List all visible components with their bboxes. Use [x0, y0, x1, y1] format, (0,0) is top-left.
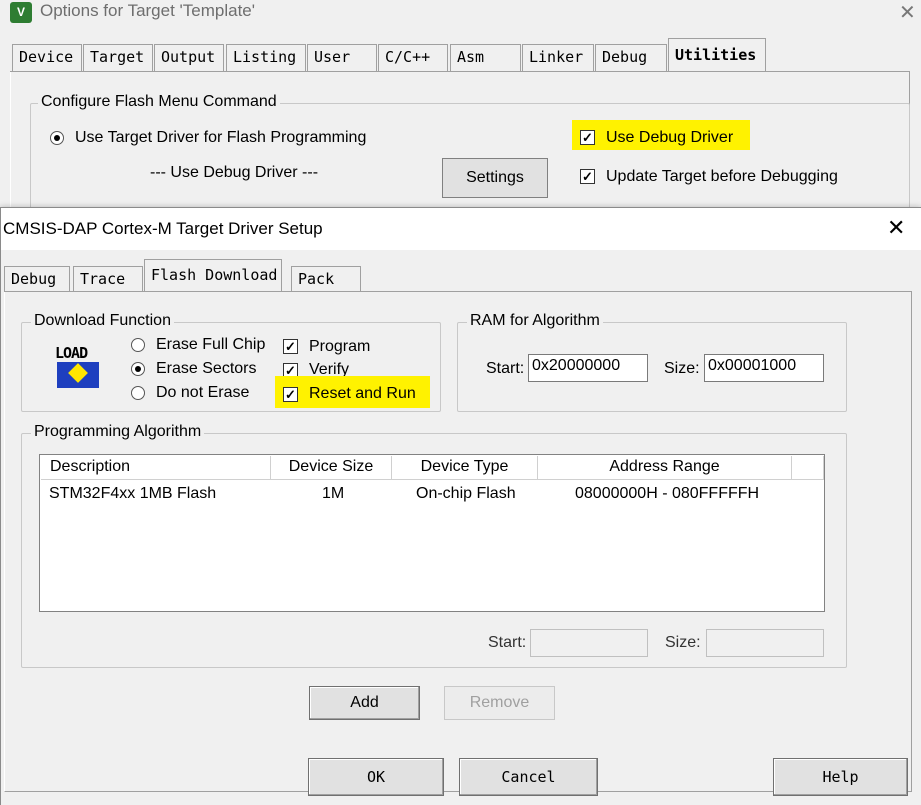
- algo-size-input: [706, 629, 824, 657]
- use-debug-driver-label: Use Debug Driver: [606, 129, 734, 146]
- tab-device[interactable]: Device: [12, 44, 82, 71]
- ram-start-input[interactable]: 0x20000000: [528, 354, 648, 382]
- tab-debug[interactable]: Debug: [595, 44, 667, 71]
- column-filler: [792, 456, 824, 480]
- erase-sectors-radio[interactable]: [131, 362, 145, 376]
- erase-full-chip-label: Erase Full Chip: [156, 336, 266, 353]
- column-device-type[interactable]: Device Type: [392, 456, 538, 480]
- download-function-title: Download Function: [31, 312, 174, 330]
- tab-asm[interactable]: Asm: [450, 44, 521, 71]
- tab-user[interactable]: User: [307, 44, 377, 71]
- driver-setup-close-icon[interactable]: ✕: [887, 215, 905, 241]
- ok-button[interactable]: OK: [308, 758, 444, 796]
- load-icon: LOAD: [55, 344, 103, 390]
- program-checkbox[interactable]: ✓: [283, 339, 298, 354]
- do-not-erase-label: Do not Erase: [156, 384, 250, 401]
- ram-size-label: Size:: [664, 360, 700, 377]
- erase-sectors-label: Erase Sectors: [156, 360, 257, 377]
- column-address-range[interactable]: Address Range: [538, 456, 792, 480]
- keil-logo-icon: V: [10, 2, 32, 23]
- update-target-checkbox[interactable]: ✓: [580, 169, 595, 184]
- ram-algorithm-title: RAM for Algorithm: [467, 312, 603, 330]
- help-button[interactable]: Help: [773, 758, 908, 796]
- driver-setup-title: CMSIS-DAP Cortex-M Target Driver Setup: [3, 219, 323, 238]
- row-device-size: 1M: [322, 485, 345, 502]
- algo-size-label: Size:: [665, 634, 701, 651]
- tab-trace[interactable]: Trace: [73, 266, 143, 292]
- do-not-erase-radio[interactable]: [131, 386, 145, 400]
- debug-driver-select-label: --- Use Debug Driver ---: [150, 164, 319, 181]
- algo-start-label: Start:: [488, 634, 527, 651]
- column-device-size[interactable]: Device Size: [271, 456, 392, 480]
- program-label: Program: [309, 338, 371, 355]
- update-target-label: Update Target before Debugging: [606, 168, 838, 185]
- options-title: Options for Target 'Template': [40, 1, 256, 20]
- tab-cpp[interactable]: C/C++: [378, 44, 448, 71]
- add-button[interactable]: Add: [309, 686, 420, 720]
- programming-algorithm-title: Programming Algorithm: [31, 423, 205, 441]
- algorithm-list[interactable]: Description Device Size Device Type Addr…: [39, 454, 825, 612]
- tab-target[interactable]: Target: [83, 44, 153, 71]
- driver-setup-dialog: CMSIS-DAP Cortex-M Target Driver Setup ✕…: [0, 207, 921, 805]
- reset-and-run-checkbox[interactable]: ✓: [283, 387, 298, 402]
- row-device-type: On-chip Flash: [416, 485, 516, 502]
- ram-start-label: Start:: [486, 360, 525, 377]
- erase-full-chip-radio[interactable]: [131, 338, 145, 352]
- options-close-icon[interactable]: ✕: [899, 0, 916, 25]
- reset-and-run-label: Reset and Run: [309, 385, 416, 402]
- tab-listing[interactable]: Listing: [226, 44, 306, 71]
- settings-button[interactable]: Settings: [442, 158, 548, 198]
- tab-pack[interactable]: Pack: [291, 266, 361, 292]
- column-description[interactable]: Description: [41, 456, 271, 480]
- tab-utilities[interactable]: Utilities: [668, 38, 766, 72]
- configure-flash-title: Configure Flash Menu Command: [38, 93, 280, 111]
- row-address-range: 08000000H - 080FFFFFH: [575, 485, 760, 502]
- options-title-bar: V Options for Target 'Template' ✕: [0, 0, 921, 26]
- use-target-driver-radio[interactable]: [50, 131, 64, 145]
- tab-debug[interactable]: Debug: [4, 266, 70, 292]
- remove-button[interactable]: Remove: [444, 686, 555, 720]
- tab-flash-download[interactable]: Flash Download: [144, 259, 282, 292]
- ram-size-input[interactable]: 0x00001000: [704, 354, 824, 382]
- use-debug-driver-checkbox[interactable]: ✓: [580, 130, 595, 145]
- row-description: STM32F4xx 1MB Flash: [49, 485, 217, 502]
- tab-linker[interactable]: Linker: [522, 44, 594, 71]
- cancel-button[interactable]: Cancel: [459, 758, 598, 796]
- algo-start-input: [530, 629, 648, 657]
- use-target-driver-label: Use Target Driver for Flash Programming: [75, 129, 367, 146]
- driver-setup-title-bar: CMSIS-DAP Cortex-M Target Driver Setup ✕: [1, 208, 921, 250]
- tab-output[interactable]: Output: [154, 44, 224, 71]
